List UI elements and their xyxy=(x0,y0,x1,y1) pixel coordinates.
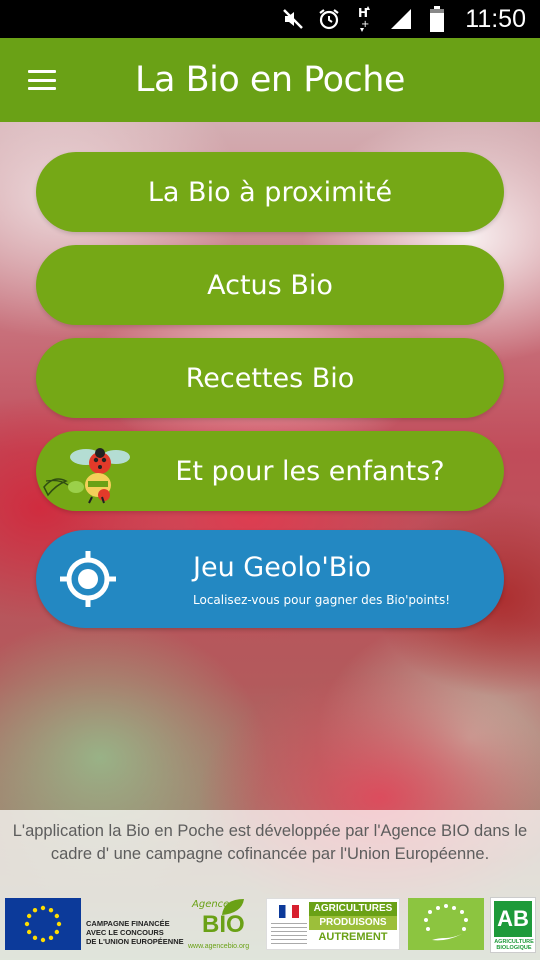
bio-nearby-label: La Bio à proximité xyxy=(147,176,393,208)
kids-button[interactable]: Et pour les enfants? xyxy=(36,431,504,511)
eu-campaign-line: DE L'UNION EUROPÉENNE xyxy=(86,937,184,946)
alarm-icon xyxy=(317,7,341,31)
location-target-icon xyxy=(60,551,116,607)
eu-star xyxy=(26,929,32,935)
bio-recipes-label: Recettes Bio xyxy=(185,362,355,394)
hamburger-menu-icon xyxy=(28,70,56,90)
eu-star xyxy=(32,907,38,913)
partner-logos: CAMPAGNE FINANCÉE AVEC LE CONCOURS DE L'… xyxy=(0,895,540,955)
bio-news-button[interactable]: Actus Bio xyxy=(36,245,504,325)
status-bar: H + 11:50 xyxy=(0,0,540,38)
eu-campaign-line: CAMPAGNE FINANCÉE xyxy=(86,919,170,928)
eu-organic-leaf-logo xyxy=(408,898,484,950)
eu-star xyxy=(32,935,38,941)
agence-bio-prefix: Agence xyxy=(192,899,230,910)
eu-star xyxy=(26,913,32,919)
agence-bio-url: www.agencebio.org xyxy=(188,943,250,950)
eu-campaign-line: AVEC LE CONCOURS xyxy=(86,928,164,937)
agricultures-line: AGRICULTURES xyxy=(309,902,397,916)
footer-info-text: L'application la Bio en Poche est dévelo… xyxy=(12,822,528,863)
bio-nearby-button[interactable]: La Bio à proximité xyxy=(36,152,504,232)
geolobio-game-button[interactable]: Jeu Geolo'Bio Localisez-vous pour gagner… xyxy=(36,530,504,628)
hplus-signal-icon: H + xyxy=(353,6,377,32)
mute-icon xyxy=(281,7,305,31)
eu-flag-logo xyxy=(5,898,81,950)
eu-star xyxy=(40,905,46,911)
ministry-agriculture-logo: AGRICULTURES PRODUISONS AUTREMENT xyxy=(266,898,400,950)
eu-star xyxy=(24,921,30,927)
ab-organic-logo: AB AGRICULTURE BIOLOGIQUE xyxy=(490,897,536,953)
ab-caption: AGRICULTURE BIOLOGIQUE xyxy=(494,939,534,951)
eu-star xyxy=(48,907,54,913)
eu-star xyxy=(48,935,54,941)
ladybug-mascot-icon xyxy=(43,448,130,504)
eu-star xyxy=(40,937,46,943)
agricultures-produisons-autrement-logo: AGRICULTURES PRODUISONS AUTREMENT xyxy=(309,902,397,946)
bio-news-label: Actus Bio xyxy=(207,269,333,301)
agricultures-line: PRODUISONS xyxy=(309,916,397,930)
battery-icon xyxy=(425,6,449,32)
french-republic-emblem xyxy=(271,903,307,947)
geolobio-subtitle: Localisez-vous pour gagner des Bio'point… xyxy=(193,593,451,607)
geolobio-title: Jeu Geolo'Bio xyxy=(193,552,372,583)
agricultures-line: AUTREMENT xyxy=(318,931,388,943)
ab-letters: AB xyxy=(494,901,532,937)
clock: 11:50 xyxy=(465,4,526,33)
kids-label: Et pour les enfants? xyxy=(175,455,445,487)
signal-icon xyxy=(389,7,413,31)
main-menu: La Bio à proximité Actus Bio Recettes Bi… xyxy=(36,152,504,524)
eu-campaign-text: CAMPAGNE FINANCÉE AVEC LE CONCOURS DE L'… xyxy=(86,919,184,946)
menu-button[interactable] xyxy=(0,38,84,122)
eu-star xyxy=(54,913,60,919)
eu-star xyxy=(54,929,60,935)
app-bar: La Bio en Poche xyxy=(0,38,540,122)
eu-star xyxy=(56,921,62,927)
svg-text:H: H xyxy=(358,6,368,20)
bio-recipes-button[interactable]: Recettes Bio xyxy=(36,338,504,418)
agence-bio-logo: Agence BIO www.agencebio.org xyxy=(186,895,258,953)
agence-bio-name: BIO xyxy=(202,911,245,938)
